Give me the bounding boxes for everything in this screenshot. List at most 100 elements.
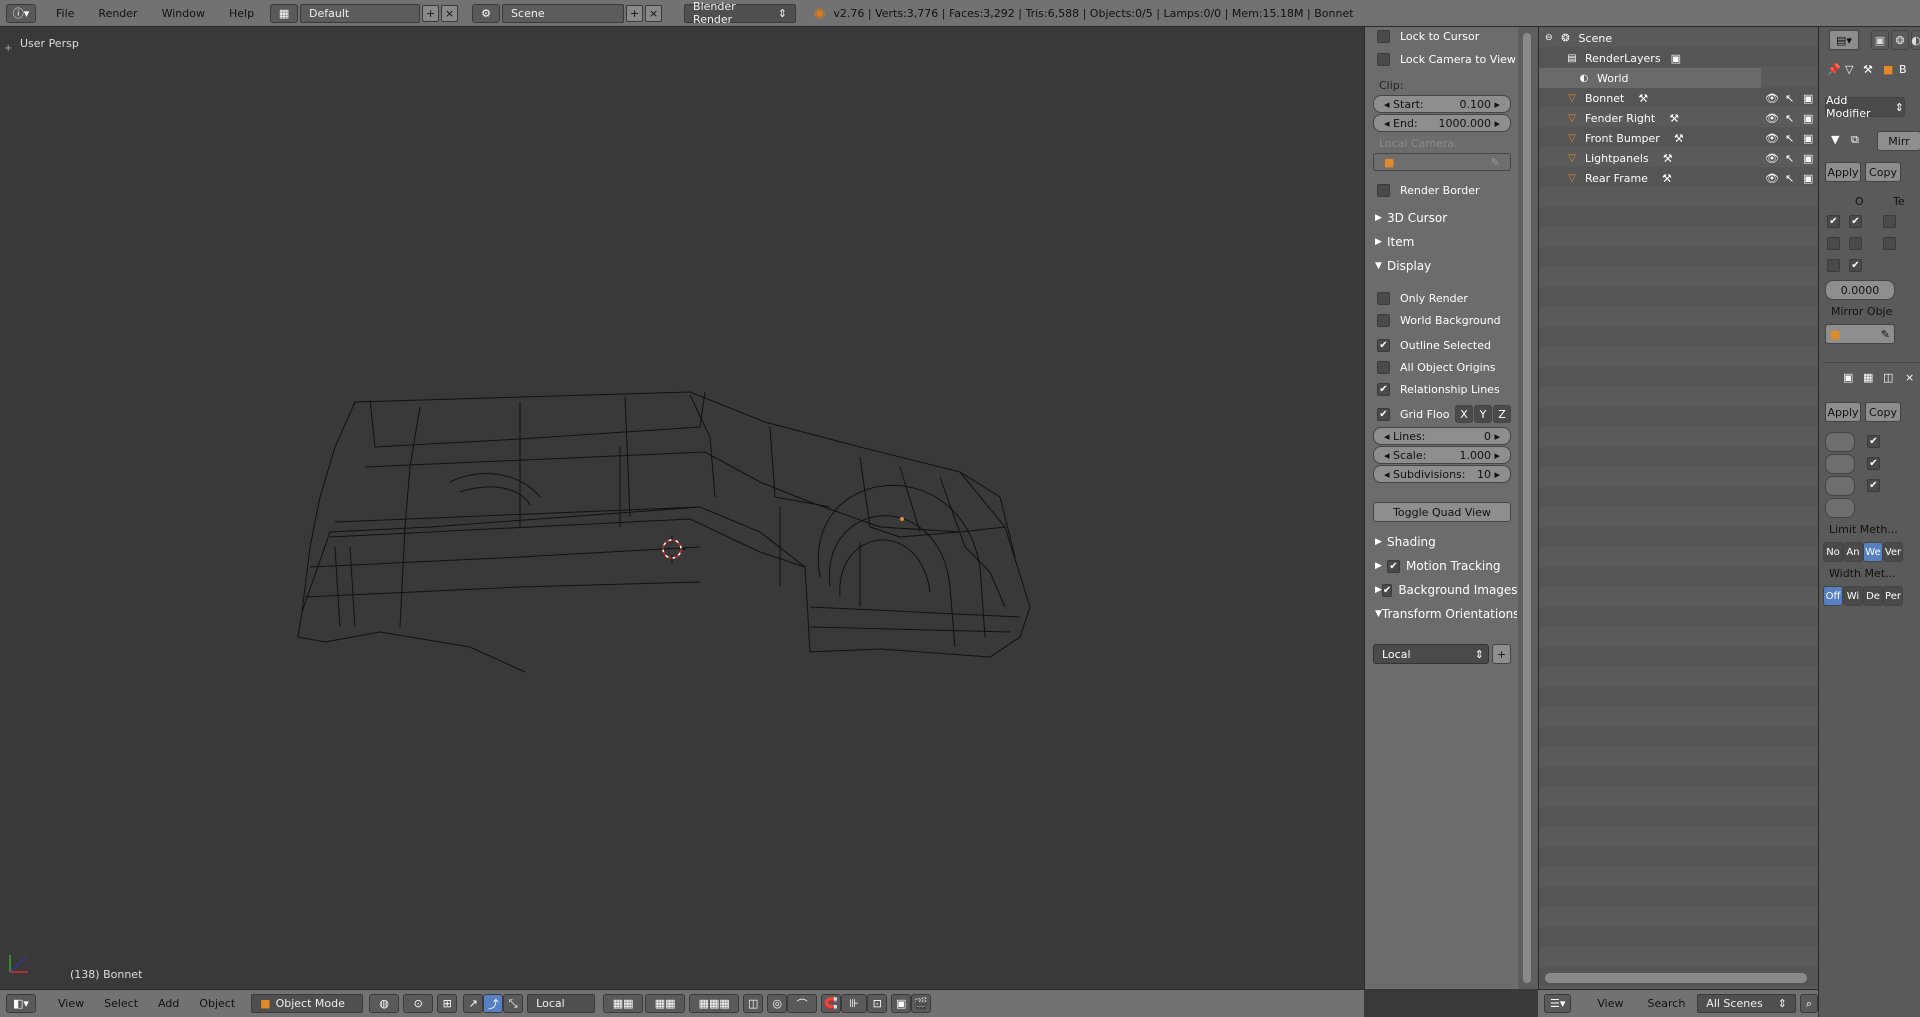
outline-selected-checkbox[interactable]: ✔: [1377, 338, 1390, 352]
lock-to-cursor-row[interactable]: Lock to Cursor: [1377, 27, 1517, 45]
tab-render-icon[interactable]: ▣: [1871, 30, 1889, 50]
all-origins-row[interactable]: All Object Origins: [1377, 358, 1517, 376]
triangle-down-icon[interactable]: ▼: [1831, 133, 1839, 146]
axis-x-toggle[interactable]: X: [1455, 405, 1473, 423]
section-item[interactable]: ▶ Item: [1367, 232, 1517, 252]
width-field[interactable]: [1825, 432, 1855, 452]
motion-tracking-checkbox[interactable]: ✔: [1387, 559, 1400, 573]
section-display[interactable]: ▼ Display: [1367, 256, 1517, 276]
pivot-point-icon[interactable]: ⊙: [403, 994, 434, 1013]
section-motion-tracking[interactable]: ▶ ✔ Motion Tracking: [1367, 556, 1517, 576]
menu-outliner-search[interactable]: Search: [1636, 997, 1698, 1010]
menu-object[interactable]: Object: [189, 997, 245, 1010]
vertex-groups-checkbox[interactable]: ✔: [1849, 259, 1862, 272]
rotate-manipulator-icon[interactable]: ⤴: [483, 994, 504, 1013]
snap-element-icon[interactable]: ⊪: [841, 994, 868, 1013]
outliner-item-scene[interactable]: ⊖ ❂ Scene: [1539, 28, 1819, 48]
outliner-item-bonnet[interactable]: ▽ Bonnet ⚒ 👁 ↖ ▣: [1539, 88, 1819, 108]
axis-z-toggle[interactable]: Z: [1493, 405, 1511, 423]
outliner-item-fender-right[interactable]: ▽ Fender Right ⚒ 👁 ↖ ▣: [1539, 108, 1819, 128]
menu-render[interactable]: Render: [86, 7, 149, 20]
scene-remove-icon[interactable]: ×: [645, 4, 663, 22]
mirror-x-checkbox[interactable]: ✔: [1827, 215, 1840, 228]
menu-outliner-view[interactable]: View: [1585, 997, 1635, 1010]
render-camera-icon[interactable]: ▣: [1803, 132, 1813, 145]
lock-camera-row[interactable]: Lock Camera to View: [1377, 50, 1517, 68]
visibility-eye-icon[interactable]: 👁: [1765, 92, 1779, 105]
pin-icon[interactable]: 📌: [1827, 63, 1841, 76]
search-icon[interactable]: ⌕: [1800, 994, 1818, 1013]
outline-selected-row[interactable]: ✔ Outline Selected: [1377, 336, 1517, 354]
render-border-checkbox[interactable]: [1377, 183, 1390, 197]
limit-vertex-option[interactable]: Ver: [1883, 542, 1903, 562]
visibility-eye-icon[interactable]: 👁: [1765, 172, 1779, 185]
camera-toggle-icon[interactable]: ▣: [1843, 371, 1853, 384]
texture-u-checkbox[interactable]: [1883, 215, 1896, 228]
render-anim-icon[interactable]: 🎬: [911, 994, 932, 1013]
apply-button[interactable]: Apply: [1825, 162, 1861, 182]
render-camera-icon[interactable]: ▣: [1803, 172, 1813, 185]
snap-target-icon[interactable]: ⊡: [867, 994, 888, 1013]
editor-type-3dview-icon[interactable]: ◧▾: [6, 994, 36, 1013]
section-3d-cursor[interactable]: ▶ 3D Cursor: [1367, 208, 1517, 228]
profile-field[interactable]: [1825, 476, 1855, 496]
copy-button[interactable]: Copy: [1865, 162, 1901, 182]
visibility-eye-icon[interactable]: 👁: [1765, 132, 1779, 145]
layout-add-icon[interactable]: +: [422, 4, 440, 22]
properties-scrollbar[interactable]: [1518, 27, 1538, 989]
outliner-item-renderlayers[interactable]: ▤ RenderLayers ▣: [1539, 48, 1819, 68]
mirror-object-field[interactable]: ■ ✎: [1825, 324, 1895, 344]
width-offset-option[interactable]: Off: [1823, 586, 1843, 606]
eyedropper-icon[interactable]: ✎: [1881, 328, 1890, 341]
transform-orientation-select[interactable]: Local: [527, 994, 596, 1013]
world-bg-row[interactable]: World Background: [1377, 311, 1517, 329]
tab-scene-icon[interactable]: ❂: [1891, 30, 1909, 50]
tab-world-icon[interactable]: ◐: [1911, 30, 1920, 50]
layout-remove-icon[interactable]: ×: [441, 4, 459, 22]
clip-start-field[interactable]: ◂ Start: 0.100 ▸: [1373, 95, 1511, 113]
clamp-overlap-checkbox[interactable]: ✔: [1867, 457, 1880, 470]
falloff-icon[interactable]: ⌒: [787, 994, 818, 1013]
grid-floor-checkbox[interactable]: ✔: [1377, 407, 1390, 421]
only-vertices-checkbox[interactable]: ✔: [1867, 435, 1880, 448]
menu-file[interactable]: File: [44, 7, 86, 20]
collapse-icon[interactable]: ⊖: [1545, 33, 1553, 43]
all-origins-checkbox[interactable]: [1377, 360, 1390, 374]
render-camera-icon[interactable]: ▣: [1803, 112, 1813, 125]
close-icon[interactable]: ×: [1905, 371, 1914, 384]
copy-button-2[interactable]: Copy: [1865, 402, 1901, 422]
select-cursor-icon[interactable]: ↖: [1785, 132, 1794, 145]
menu-help[interactable]: Help: [217, 7, 266, 20]
segments-field[interactable]: [1825, 454, 1855, 474]
world-bg-checkbox[interactable]: [1377, 313, 1390, 327]
texture-v-checkbox[interactable]: [1883, 237, 1896, 250]
lock-cursor-checkbox[interactable]: [1377, 29, 1390, 43]
render-camera-icon[interactable]: ▣: [1803, 92, 1813, 105]
apply-button-2[interactable]: Apply: [1825, 402, 1861, 422]
only-render-checkbox[interactable]: [1377, 291, 1390, 305]
scene-browse-icon[interactable]: ⚙: [472, 3, 501, 23]
section-transform-orientations[interactable]: ▼ Transform Orientations: [1367, 604, 1517, 624]
mirror-z-checkbox[interactable]: [1827, 259, 1840, 272]
render-border-row[interactable]: Render Border: [1377, 181, 1517, 199]
limit-weight-option[interactable]: We: [1863, 542, 1883, 562]
menu-window[interactable]: Window: [150, 7, 217, 20]
modifier-name-field[interactable]: Mirr: [1877, 131, 1920, 151]
layers-grid-a[interactable]: ▦▦: [603, 994, 644, 1013]
mode-select[interactable]: ■ Object Mode: [251, 994, 364, 1013]
render-still-icon[interactable]: ▣: [891, 994, 912, 1013]
viewport-3d[interactable]: User Persp + (138) Bonnet: [0, 27, 1364, 989]
section-background-images[interactable]: ▶ ✔ Background Images: [1367, 580, 1517, 600]
layers-grid-c[interactable]: ▦▦▦: [689, 994, 740, 1013]
outliner-display-select[interactable]: All Scenes ⇕: [1697, 994, 1796, 1013]
render-engine-select[interactable]: Blender Render ⇕: [684, 0, 797, 26]
grid-scale-field[interactable]: ◂ Scale: 1.000 ▸: [1373, 446, 1511, 464]
editor-type-outliner-icon[interactable]: ☰▾: [1544, 994, 1572, 1013]
outliner-item-front-bumper[interactable]: ▽ Front Bumper ⚒ 👁 ↖ ▣: [1539, 128, 1819, 148]
menu-add[interactable]: Add: [148, 997, 189, 1010]
select-cursor-icon[interactable]: ↖: [1785, 112, 1794, 125]
relationship-lines-row[interactable]: ✔ Relationship Lines: [1377, 380, 1517, 398]
snap-icon[interactable]: 🧲: [821, 994, 842, 1013]
select-cursor-icon[interactable]: ↖: [1785, 92, 1794, 105]
lock-camera-checkbox[interactable]: [1377, 52, 1390, 66]
